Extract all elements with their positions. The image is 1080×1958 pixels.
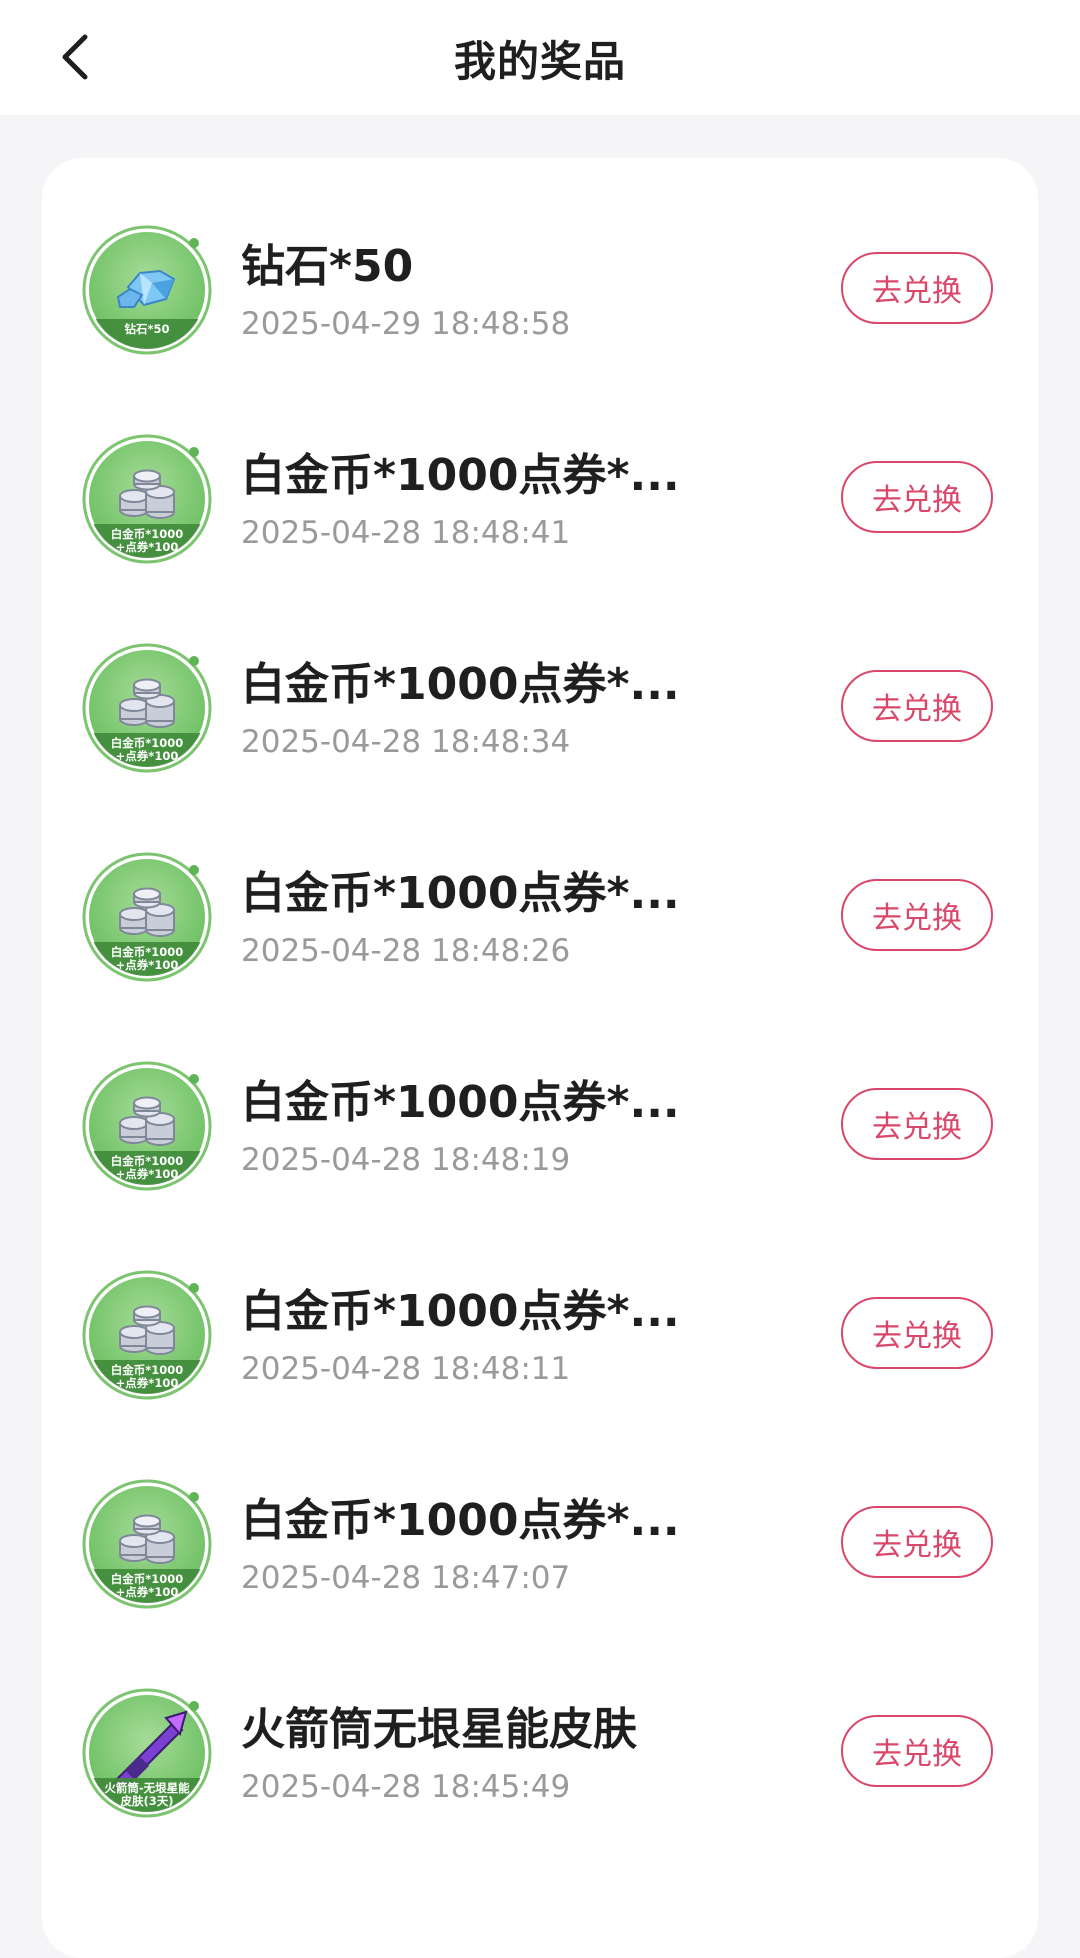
svg-text:白金币*1000: 白金币*1000 [111, 1363, 184, 1377]
svg-text:白金币*1000: 白金币*1000 [111, 1572, 184, 1586]
prize-thumbnail: 白金币*1000 +点券*100 [82, 1270, 212, 1400]
prize-list-item: 白金币*1000 +点券*100 白金币*1000点券*... 2025-04-2… [42, 1412, 1038, 1621]
svg-text:+点券*100: +点券*100 [116, 1585, 179, 1599]
redeem-button[interactable]: 去兑换 [841, 461, 993, 533]
prize-list-item: 钻石*50 钻石*50 2025-04-29 18:48:58 去兑换 [42, 158, 1038, 367]
redeem-button[interactable]: 去兑换 [841, 252, 993, 324]
redeem-button[interactable]: 去兑换 [841, 1506, 993, 1578]
prize-time: 2025-04-28 18:47:07 [241, 1560, 571, 1596]
svg-text:白金币*1000: 白金币*1000 [111, 527, 184, 541]
prize-thumbnail: 白金币*1000 +点券*100 [82, 852, 212, 982]
prize-list-item: 白金币*1000 +点券*100 白金币*1000点券*... 2025-04-2… [42, 1203, 1038, 1412]
prize-thumbnail: 白金币*1000 +点券*100 [82, 1479, 212, 1609]
prize-name: 白金币*1000点券*... [241, 659, 680, 710]
prize-thumbnail: 白金币*1000 +点券*100 [82, 1061, 212, 1191]
prize-thumbnail: 火箭筒-无垠星能 皮肤(3天) [82, 1688, 212, 1818]
page-title: 我的奖品 [453, 37, 626, 86]
prize-time: 2025-04-28 18:48:19 [241, 1142, 571, 1178]
header-bar: 我的奖品 [0, 0, 1080, 115]
prize-time: 2025-04-28 18:48:26 [241, 933, 571, 969]
redeem-button[interactable]: 去兑换 [841, 879, 993, 951]
prize-list: 钻石*50 钻石*50 2025-04-29 18:48:58 去兑换 白金币*… [42, 158, 1038, 1830]
prize-name: 钻石*50 [241, 241, 414, 292]
svg-text:+点券*100: +点券*100 [116, 1167, 179, 1181]
svg-text:+点券*100: +点券*100 [116, 749, 179, 763]
svg-text:白金币*1000: 白金币*1000 [111, 945, 184, 959]
prize-list-item: 白金币*1000 +点券*100 白金币*1000点券*... 2025-04-2… [42, 994, 1038, 1203]
redeem-button[interactable]: 去兑换 [841, 1088, 993, 1160]
prize-list-item: 火箭筒-无垠星能 皮肤(3天) 火箭筒无垠星能皮肤 2025-04-28 18:4… [42, 1621, 1038, 1830]
svg-text:+点券*100: +点券*100 [116, 958, 179, 972]
prize-list-item: 白金币*1000 +点券*100 白金币*1000点券*... 2025-04-2… [42, 576, 1038, 785]
prize-time: 2025-04-29 18:48:58 [241, 306, 571, 342]
prize-name: 白金币*1000点券*... [241, 450, 680, 501]
svg-text:钻石*50: 钻石*50 [124, 322, 169, 336]
svg-text:皮肤(3天): 皮肤(3天) [119, 1794, 173, 1808]
prize-name: 白金币*1000点券*... [241, 1077, 680, 1128]
svg-text:白金币*1000: 白金币*1000 [111, 736, 184, 750]
svg-text:火箭筒-无垠星能: 火箭筒-无垠星能 [104, 1781, 190, 1795]
prize-time: 2025-04-28 18:48:11 [241, 1351, 571, 1387]
prize-list-item: 白金币*1000 +点券*100 白金币*1000点券*... 2025-04-2… [42, 785, 1038, 994]
redeem-button[interactable]: 去兑换 [841, 670, 993, 742]
prize-name: 白金币*1000点券*... [241, 1286, 680, 1337]
prize-thumbnail: 白金币*1000 +点券*100 [82, 643, 212, 773]
prize-name: 白金币*1000点券*... [241, 1495, 680, 1546]
prize-list-item: 白金币*1000 +点券*100 白金币*1000点券*... 2025-04-2… [42, 367, 1038, 576]
prize-time: 2025-04-28 18:48:41 [241, 515, 571, 551]
prize-time: 2025-04-28 18:45:49 [241, 1769, 571, 1805]
redeem-button[interactable]: 去兑换 [841, 1715, 993, 1787]
prize-card: 钻石*50 钻石*50 2025-04-29 18:48:58 去兑换 白金币*… [42, 158, 1038, 1958]
prize-name: 火箭筒无垠星能皮肤 [241, 1704, 637, 1755]
svg-text:白金币*1000: 白金币*1000 [111, 1154, 184, 1168]
prize-thumbnail: 钻石*50 [82, 225, 212, 355]
svg-text:+点券*100: +点券*100 [116, 540, 179, 554]
prize-time: 2025-04-28 18:48:34 [241, 724, 571, 760]
redeem-button[interactable]: 去兑换 [841, 1297, 993, 1369]
prize-thumbnail: 白金币*1000 +点券*100 [82, 434, 212, 564]
prize-name: 白金币*1000点券*... [241, 868, 680, 919]
svg-text:+点券*100: +点券*100 [116, 1376, 179, 1390]
